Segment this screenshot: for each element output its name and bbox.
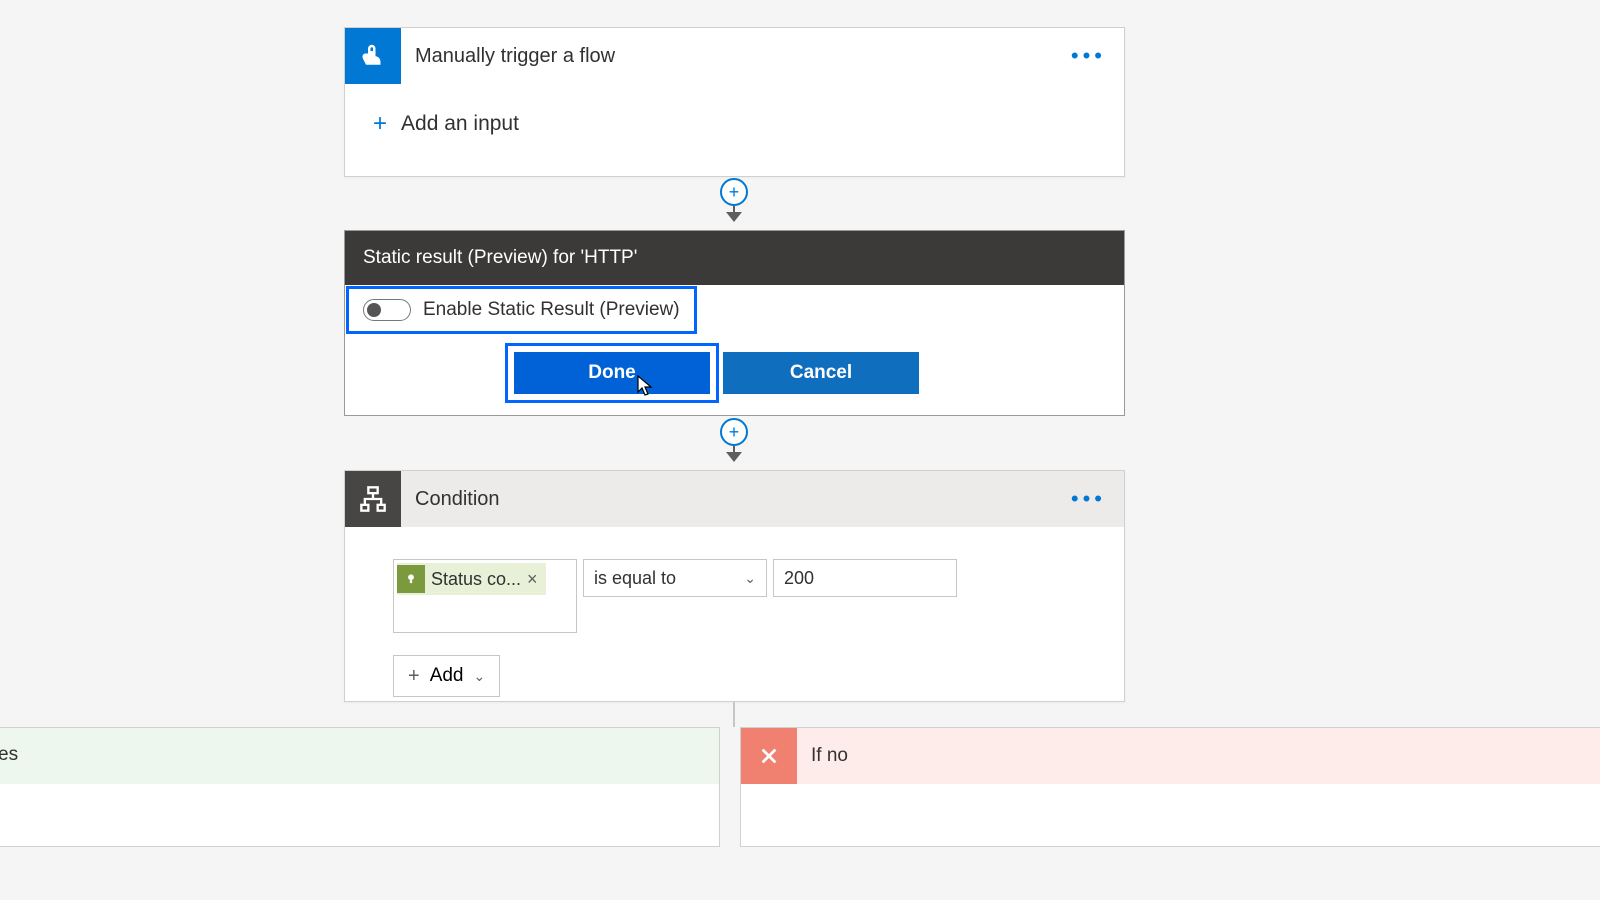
lightbulb-icon (397, 565, 425, 593)
condition-row: Status co... × is equal to ⌄ (393, 559, 1076, 633)
status-code-token[interactable]: Status co... × (397, 563, 546, 595)
plus-icon: + (373, 110, 387, 138)
done-button[interactable]: Done (514, 352, 710, 394)
done-highlight: Done (505, 343, 719, 403)
enable-static-result-row: Enable Static Result (Preview) (346, 286, 697, 334)
plus-icon-2: + (408, 665, 420, 688)
if-yes-label-fragment: es (0, 744, 18, 766)
chevron-down-icon-2: ⌄ (474, 668, 486, 685)
condition-header: Condition ••• (345, 471, 1124, 527)
add-condition-button[interactable]: + Add ⌄ (393, 655, 500, 697)
static-result-panel: Static result (Preview) for 'HTTP' Enabl… (344, 230, 1125, 416)
if-yes-branch[interactable] (0, 727, 720, 847)
if-no-label: If no (797, 745, 848, 767)
add-label: Add (430, 665, 464, 687)
condition-icon (345, 471, 401, 527)
static-result-header: Static result (Preview) for 'HTTP' (345, 231, 1124, 285)
enable-static-result-label: Enable Static Result (Preview) (423, 299, 680, 321)
flow-canvas: Manually trigger a flow ••• + Add an inp… (0, 0, 1600, 900)
condition-card[interactable]: Condition ••• Status co... × is equal to (344, 470, 1125, 702)
condition-title: Condition (401, 488, 500, 511)
condition-body: Status co... × is equal to ⌄ + Add ⌄ (345, 527, 1124, 717)
cancel-button[interactable]: Cancel (723, 352, 919, 394)
condition-operator-select[interactable]: is equal to ⌄ (583, 559, 767, 597)
arrow-down-icon (726, 212, 742, 222)
add-input-label: Add an input (401, 112, 519, 136)
touch-icon (345, 28, 401, 84)
ellipsis-icon[interactable]: ••• (1071, 43, 1106, 69)
trigger-header: Manually trigger a flow ••• (345, 28, 1124, 84)
arrow-down-icon-2 (726, 452, 742, 462)
operator-label: is equal to (594, 568, 676, 589)
if-no-branch[interactable]: If no (740, 727, 1600, 847)
enable-static-result-toggle[interactable] (363, 299, 411, 321)
static-result-buttons: Done Cancel (505, 335, 919, 415)
condition-ellipsis-icon[interactable]: ••• (1071, 486, 1106, 512)
remove-token-icon[interactable]: × (527, 569, 538, 590)
trigger-title: Manually trigger a flow (401, 45, 615, 68)
add-input-button[interactable]: + Add an input (345, 84, 1124, 164)
close-icon (741, 728, 797, 784)
connector-add-step: + (720, 178, 748, 222)
add-step-button[interactable]: + (720, 178, 748, 206)
token-label: Status co... (431, 569, 521, 590)
trigger-card[interactable]: Manually trigger a flow ••• + Add an inp… (344, 27, 1125, 177)
condition-left-operand[interactable]: Status co... × (393, 559, 577, 633)
condition-value-input[interactable] (773, 559, 957, 597)
add-step-button-2[interactable]: + (720, 418, 748, 446)
chevron-down-icon: ⌄ (744, 570, 756, 587)
connector-add-step-2: + (720, 418, 748, 462)
